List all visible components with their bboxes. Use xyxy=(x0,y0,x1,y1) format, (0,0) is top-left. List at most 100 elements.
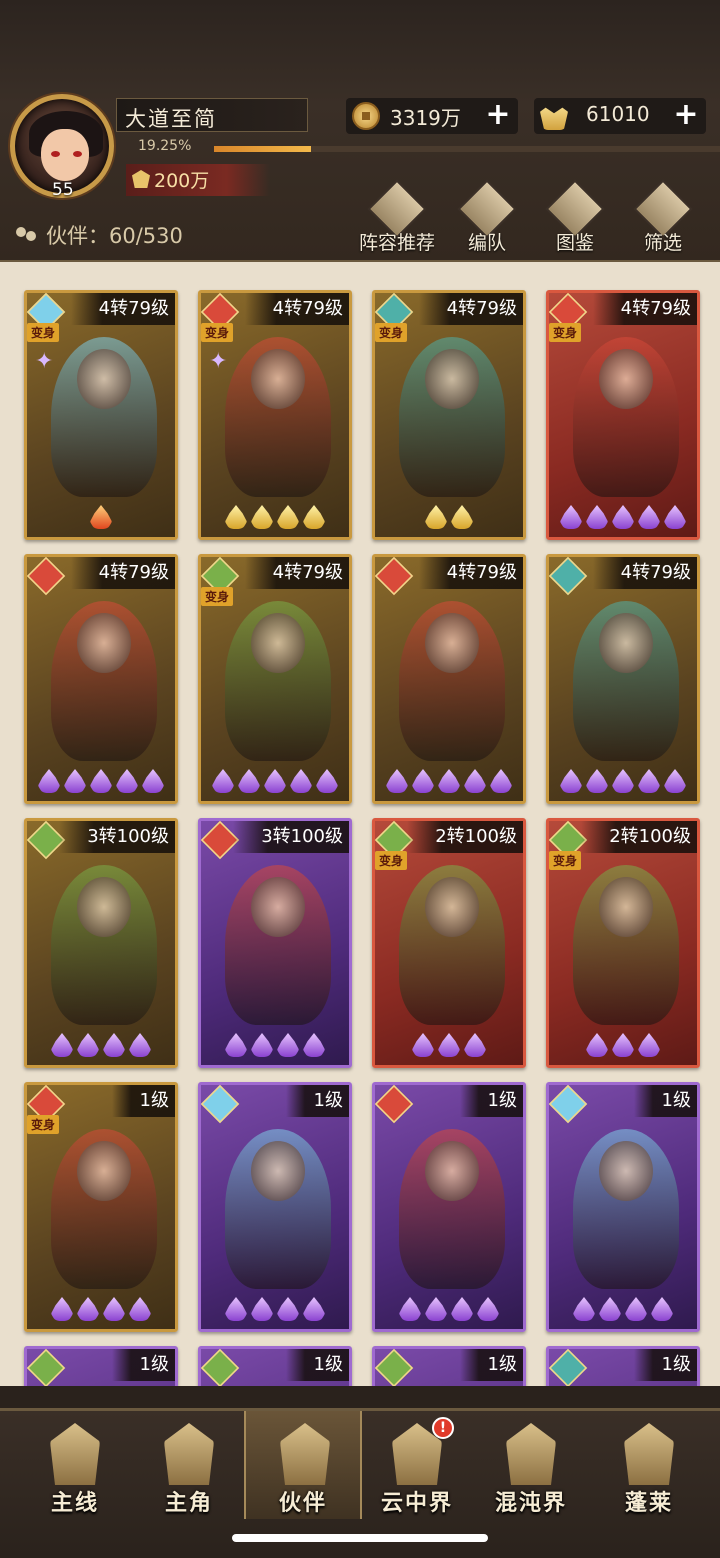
partner-level: 3转100级 xyxy=(233,821,349,853)
player-name: 大道至简 xyxy=(125,107,217,131)
ingot-resource: 61010 + xyxy=(534,98,706,134)
partner-card[interactable]: 1级 xyxy=(372,1082,526,1332)
exp-fill xyxy=(214,146,312,152)
transform-badge: 变身 xyxy=(27,323,60,342)
flame-star-icon xyxy=(103,1297,125,1321)
partner-card[interactable]: 2转100级 变身 xyxy=(372,818,526,1068)
star-rank xyxy=(201,1297,349,1325)
transform-badge: 变身 xyxy=(549,851,582,870)
flame-star-icon xyxy=(438,769,460,793)
header: 55 大道至简 19.25% 200万 3319万 + 61010 + 伙伴：6… xyxy=(0,0,720,262)
filter-button[interactable]: 筛选 xyxy=(618,179,708,258)
partner-card[interactable]: 4转79级 变身 ✦ xyxy=(198,290,352,540)
flame-star-icon xyxy=(464,769,486,793)
partner-card[interactable]: 3转100级 xyxy=(24,818,178,1068)
partner-level: 4转79级 xyxy=(592,557,697,589)
partner-card[interactable]: 4转79级 xyxy=(24,554,178,804)
flame-star-icon xyxy=(51,1033,73,1057)
ice-element-icon xyxy=(549,1085,588,1124)
nav-emblem-icon xyxy=(506,1423,556,1485)
flame-star-icon xyxy=(290,769,312,793)
partner-count-text: 伙伴：60/530 xyxy=(46,224,183,248)
partner-card[interactable]: 4转79级 变身 xyxy=(198,554,352,804)
partner-card[interactable]: 1级 xyxy=(198,1346,352,1386)
sparkle-icon: ✦ xyxy=(209,349,228,374)
partner-level: 1级 xyxy=(633,1085,697,1117)
partner-card[interactable]: 3转100级 xyxy=(198,818,352,1068)
flame-star-icon xyxy=(438,1033,460,1057)
nav-item[interactable]: 主角 xyxy=(130,1411,248,1519)
partner-card[interactable]: 1级 xyxy=(372,1346,526,1386)
character-head xyxy=(425,1141,479,1201)
partner-card[interactable]: 4转79级 xyxy=(546,554,700,804)
partner-grid: 4转79级 变身 ✦ 4转79级 变身 ✦ 4转79级 变身 4转79级 变身 4转79级 4转79级… xyxy=(0,262,720,1386)
transform-badge: 变身 xyxy=(27,1115,60,1134)
partner-card[interactable]: 1级 xyxy=(198,1082,352,1332)
transform-badge: 变身 xyxy=(375,323,408,342)
partner-level: 2转100级 xyxy=(407,821,523,853)
star-rank xyxy=(375,1297,523,1325)
nav-item[interactable]: 蓬莱 xyxy=(590,1411,708,1519)
partner-card[interactable]: 1级 变身 xyxy=(24,1082,178,1332)
power-icon xyxy=(132,170,150,188)
partner-level: 4转79级 xyxy=(418,293,523,325)
flame-star-icon xyxy=(451,505,473,529)
partner-card[interactable]: 1级 xyxy=(546,1082,700,1332)
flame-star-icon xyxy=(225,1033,247,1057)
star-rank xyxy=(549,1297,697,1325)
ingot-icon xyxy=(540,107,568,130)
character-head xyxy=(251,613,305,673)
coin-value: 3319万 xyxy=(390,106,461,130)
partner-level: 2转100级 xyxy=(581,821,697,853)
flame-star-icon xyxy=(664,505,686,529)
flame-star-icon xyxy=(586,1033,608,1057)
character-head xyxy=(599,613,653,673)
fire-element-icon xyxy=(27,557,66,596)
partner-card[interactable]: 4转79级 变身 xyxy=(546,290,700,540)
nav-item[interactable]: 伙伴 xyxy=(244,1411,362,1519)
partner-card[interactable]: 2转100级 变身 xyxy=(546,818,700,1068)
nav-item[interactable]: ! 云中界 xyxy=(358,1411,476,1519)
fire-element-icon xyxy=(375,557,414,596)
flame-star-icon xyxy=(277,505,299,529)
flame-star-icon xyxy=(116,769,138,793)
partner-card[interactable]: 4转79级 变身 xyxy=(372,290,526,540)
flame-star-icon xyxy=(316,769,338,793)
flame-star-icon xyxy=(586,505,608,529)
star-rank xyxy=(27,769,175,797)
character-head xyxy=(77,613,131,673)
partners-icon xyxy=(16,227,38,245)
player-level: 55 xyxy=(52,180,74,200)
wind-element-icon xyxy=(27,1349,66,1386)
partner-card[interactable]: 4转79级 变身 ✦ xyxy=(24,290,178,540)
partner-card[interactable]: 4转79级 xyxy=(372,554,526,804)
partner-level: 4转79级 xyxy=(592,293,697,325)
partner-level: 1级 xyxy=(633,1349,697,1381)
star-rank xyxy=(375,505,523,533)
codex-button[interactable]: 图鉴 xyxy=(530,179,620,258)
star-rank xyxy=(201,769,349,797)
flame-star-icon xyxy=(464,1033,486,1057)
tool-label: 筛选 xyxy=(643,232,682,254)
formation-button[interactable]: 编队 xyxy=(442,179,532,258)
character-head xyxy=(251,877,305,937)
nav-item[interactable]: 主线 xyxy=(16,1411,134,1519)
flame-star-icon xyxy=(612,1033,634,1057)
partner-card[interactable]: 1级 xyxy=(24,1346,178,1386)
flame-star-icon xyxy=(412,769,434,793)
add-ingot-button[interactable]: + xyxy=(670,100,702,132)
add-coin-button[interactable]: + xyxy=(482,100,514,132)
nav-item[interactable]: 混沌界 xyxy=(472,1411,590,1519)
flame-star-icon xyxy=(77,1297,99,1321)
lineup-recommend-button[interactable]: 阵容推荐 xyxy=(352,179,442,258)
character-head xyxy=(425,349,479,409)
partner-level: 4转79级 xyxy=(244,557,349,589)
flame-star-icon xyxy=(412,1033,434,1057)
flame-star-icon xyxy=(129,1297,151,1321)
flame-star-icon xyxy=(64,769,86,793)
flame-star-icon xyxy=(664,769,686,793)
partner-card[interactable]: 1级 xyxy=(546,1346,700,1386)
flame-star-icon xyxy=(251,1297,273,1321)
nav-emblem-icon xyxy=(164,1423,214,1485)
flame-star-icon xyxy=(586,769,608,793)
